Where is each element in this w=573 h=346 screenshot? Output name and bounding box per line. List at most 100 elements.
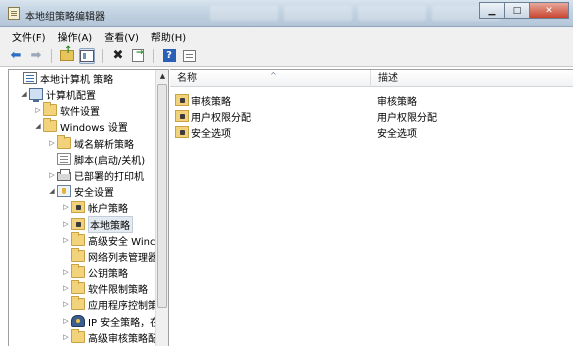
folder-icon bbox=[57, 135, 71, 149]
folder-icon bbox=[71, 280, 85, 294]
expand-toggle-icon[interactable]: ▷ bbox=[47, 139, 57, 147]
show-hide-tree-button[interactable] bbox=[79, 47, 95, 64]
window-controls: ▁ □ ✕ bbox=[479, 2, 569, 19]
collapse-toggle-icon[interactable]: ◢ bbox=[47, 187, 57, 195]
tree-node[interactable]: ▷ 高级审核策略配 bbox=[61, 329, 158, 345]
lock-folder-icon bbox=[175, 110, 189, 122]
list-item-name: 用户权限分配 bbox=[191, 112, 251, 124]
tree-node[interactable]: ▷ IP 安全策略，在 bbox=[61, 313, 160, 329]
tree-node[interactable]: 本地计算机 策略 bbox=[13, 70, 113, 86]
menu-file[interactable]: 文件(F) bbox=[6, 29, 52, 44]
tree-node[interactable]: ▷ 域名解析策略 bbox=[47, 135, 134, 151]
forward-arrow-icon[interactable]: ➡ bbox=[28, 48, 44, 64]
tree-node-label: 本地计算机 策略 bbox=[40, 74, 114, 86]
tree-node-label: IP 安全策略，在 bbox=[88, 317, 161, 329]
printer-icon bbox=[57, 169, 71, 181]
tree-node-label: 公钥策略 bbox=[88, 268, 128, 280]
list-header: 名称 ^ 描述 bbox=[170, 70, 573, 87]
expand-toggle-icon[interactable]: ▷ bbox=[61, 236, 71, 244]
list-item-name-cell: 审核策略 bbox=[175, 92, 231, 108]
tree-node[interactable]: ◢ 计算机配置 bbox=[19, 86, 96, 102]
tree-node-label: 网络列表管理器 bbox=[88, 252, 158, 264]
expand-toggle-icon[interactable]: ▷ bbox=[61, 300, 71, 308]
export-icon bbox=[132, 49, 144, 62]
lock-folder-icon bbox=[175, 126, 189, 138]
menu-help[interactable]: 帮助(H) bbox=[145, 29, 192, 44]
folder-icon bbox=[71, 248, 85, 262]
tree-node[interactable]: ▷ 高级安全 Winc bbox=[61, 232, 155, 248]
list-item-name: 审核策略 bbox=[191, 96, 231, 108]
help-button[interactable]: ? bbox=[161, 48, 177, 64]
tree-node[interactable]: ▷ 应用程序控制策 bbox=[61, 296, 158, 312]
expand-toggle-icon[interactable]: ▷ bbox=[61, 220, 71, 228]
back-arrow-icon[interactable]: ⬅ bbox=[8, 48, 24, 64]
tree-node[interactable]: ▷ 本地策略 bbox=[61, 215, 133, 233]
tree-node[interactable]: ▷ 公钥策略 bbox=[61, 264, 128, 280]
list-item-description: 审核策略 bbox=[377, 96, 417, 108]
folder-icon bbox=[71, 296, 85, 310]
tree-node[interactable]: ◢ Windows 设置 bbox=[33, 118, 128, 134]
tree-node-label: 已部署的打印机 bbox=[74, 171, 144, 183]
sort-ascending-icon: ^ bbox=[270, 71, 277, 80]
tree-node-label: 应用程序控制策 bbox=[88, 300, 158, 312]
tree-node[interactable]: ▷ 软件设置 bbox=[33, 102, 100, 118]
delete-icon[interactable]: ✖ bbox=[110, 48, 126, 64]
collapse-toggle-icon[interactable]: ◢ bbox=[33, 122, 43, 130]
list-item[interactable]: 审核策略 审核策略 bbox=[170, 92, 573, 108]
tree-node-label: 软件限制策略 bbox=[88, 284, 148, 296]
expand-toggle-icon[interactable]: ▷ bbox=[33, 106, 43, 114]
close-button[interactable]: ✕ bbox=[529, 2, 569, 19]
expand-toggle-icon[interactable]: ▷ bbox=[47, 171, 57, 179]
menu-view[interactable]: 查看(V) bbox=[98, 29, 145, 44]
tree-node[interactable]: 网络列表管理器 bbox=[61, 248, 158, 264]
title-bar: 本地组策略编辑器 ▁ □ ✕ bbox=[0, 0, 573, 27]
expand-toggle-icon[interactable]: ▷ bbox=[61, 284, 71, 292]
folder-icon bbox=[43, 118, 57, 132]
collapse-toggle-icon[interactable]: ◢ bbox=[19, 90, 29, 98]
ipsec-icon bbox=[71, 315, 85, 327]
tree-node[interactable]: ◢ 安全设置 bbox=[47, 183, 114, 199]
tree-node[interactable]: ▷ 已部署的打印机 bbox=[47, 167, 144, 183]
list-item-description: 安全选项 bbox=[377, 128, 417, 140]
expand-toggle-icon[interactable]: ▷ bbox=[61, 268, 71, 276]
menu-bar: 文件(F) 操作(A) 查看(V) 帮助(H) bbox=[0, 27, 573, 45]
computer-icon bbox=[29, 88, 43, 102]
column-header-name[interactable]: 名称 ^ bbox=[170, 70, 371, 87]
column-header-description[interactable]: 描述 bbox=[371, 70, 573, 87]
toolbar-separator bbox=[153, 48, 154, 63]
menu-action[interactable]: 操作(A) bbox=[52, 29, 99, 44]
tree-node[interactable]: ▷ 帐户策略 bbox=[61, 199, 128, 215]
list-item[interactable]: 用户权限分配 用户权限分配 bbox=[170, 108, 573, 124]
lock-folder-icon bbox=[71, 201, 85, 213]
maximize-button[interactable]: □ bbox=[504, 2, 530, 19]
list-item-description: 用户权限分配 bbox=[377, 112, 437, 124]
properties-button[interactable] bbox=[181, 48, 197, 64]
tree-node-label: 安全设置 bbox=[74, 187, 114, 199]
tree-node-label: 高级安全 Winc bbox=[88, 236, 156, 248]
column-name-label: 名称 bbox=[177, 73, 197, 84]
list-item-name-cell: 用户权限分配 bbox=[175, 108, 251, 124]
expand-toggle-icon[interactable]: ▷ bbox=[61, 317, 71, 325]
tree-node-label: Windows 设置 bbox=[60, 122, 128, 134]
obscured-title-area bbox=[210, 6, 500, 21]
app-icon bbox=[8, 7, 20, 20]
script-icon bbox=[57, 153, 71, 165]
tree-node[interactable]: 脚本(启动/关机) bbox=[47, 151, 145, 167]
expand-toggle-icon[interactable]: ▷ bbox=[61, 333, 71, 341]
help-icon: ? bbox=[162, 49, 176, 62]
tree-node[interactable]: ▷ 软件限制策略 bbox=[61, 280, 148, 296]
policy-icon bbox=[23, 72, 37, 84]
tree-node-label: 本地策略 bbox=[88, 215, 133, 233]
toolbar-separator bbox=[102, 48, 103, 63]
expand-toggle-icon[interactable]: ▷ bbox=[61, 203, 71, 211]
details-pane: 名称 ^ 描述 审核策略 审核策略 用户权限分配 用户权限分配 安全选项 安全选项 bbox=[170, 69, 573, 346]
scrollbar-thumb[interactable] bbox=[157, 84, 167, 308]
list-item-name: 安全选项 bbox=[191, 128, 231, 140]
tree-scrollbar[interactable]: ▲ bbox=[155, 70, 168, 346]
scroll-up-icon[interactable]: ▲ bbox=[156, 72, 168, 80]
export-list-button[interactable] bbox=[130, 48, 146, 64]
minimize-button[interactable]: ▁ bbox=[479, 2, 505, 19]
list-item[interactable]: 安全选项 安全选项 bbox=[170, 124, 573, 140]
up-level-button[interactable] bbox=[59, 46, 75, 64]
console-tree-pane: 本地计算机 策略 ◢ 计算机配置 ▷ 软件设置 ◢ Windows 设置 ▷ 域名解析策略 脚本(… bbox=[8, 69, 169, 346]
